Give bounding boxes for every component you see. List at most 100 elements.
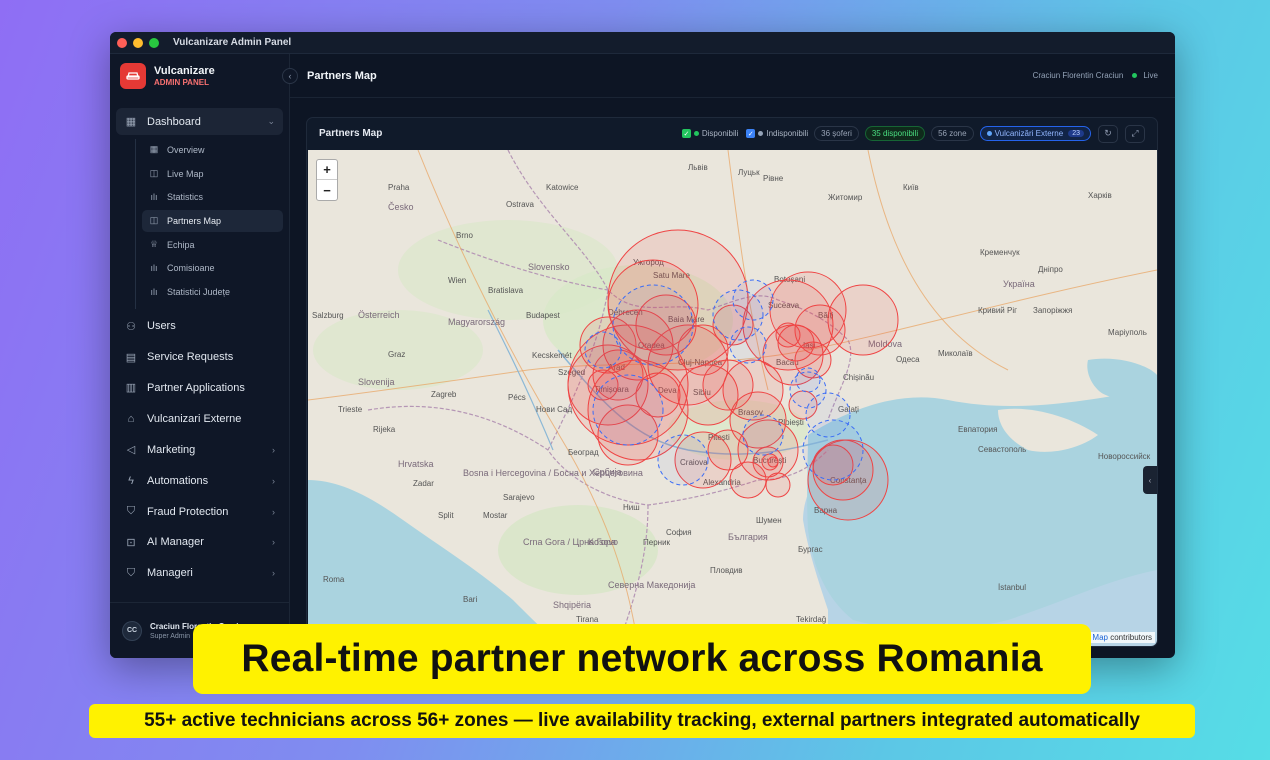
sidebar-item-service-requests[interactable]: ▤ Service Requests	[116, 344, 283, 371]
partner-zone-external[interactable]	[612, 284, 694, 366]
external-partners-toggle[interactable]: Vulcanizări Externe 23	[979, 126, 1091, 141]
refresh-button[interactable]: ↻	[1098, 124, 1118, 143]
sidebar-item-label: Live Map	[167, 168, 204, 179]
map-label-tirana: Tirana	[576, 615, 599, 624]
sidebar-item-users[interactable]: ⚇ Users	[116, 313, 283, 340]
partner-zone-external[interactable]	[584, 331, 622, 369]
fullscreen-button[interactable]: ⤢	[1125, 124, 1145, 143]
zoom-in-button[interactable]: +	[317, 160, 337, 180]
map-label-roma: Roma	[323, 575, 345, 584]
chevron-right-icon: ›	[272, 475, 275, 486]
checkbox-checked-icon[interactable]: ✓	[681, 129, 691, 138]
sidebar-item-label: Statistici Județe	[167, 287, 231, 298]
map-label-kosovo: Kosovo	[588, 537, 618, 547]
map-label-plovdiv: Пловдив	[710, 566, 743, 575]
minimize-window-button[interactable]	[133, 37, 143, 48]
filter-unavailable[interactable]: ✓ Indisponibili	[746, 129, 808, 138]
filter-unavailable-label: Indisponibili	[766, 129, 809, 138]
partner-zone-external[interactable]	[732, 279, 774, 321]
map-label-kremenchuk: Кременчук	[980, 248, 1020, 257]
map-label-bratislava: Bratislava	[488, 286, 524, 295]
external-label: Vulcanizări Externe	[994, 129, 1064, 138]
sidebar: Vulcanizare ADMIN PANEL ‹ ▦ Dashboard ⌄ …	[110, 54, 298, 658]
sidebar-item-statistics[interactable]: ılı Statistics	[142, 186, 283, 208]
map-label-salzburg: Salzburg	[312, 311, 344, 320]
megaphone-icon: ◁	[126, 444, 136, 457]
filter-available[interactable]: ✓ Disponibili	[681, 129, 738, 138]
map-label-zhytomyr: Житомир	[828, 193, 863, 202]
sidebar-nav: ▦ Dashboard ⌄ ▦ Overview ◫ Live Map ılı Sta…	[110, 98, 289, 587]
partner-zone-available[interactable]	[707, 429, 749, 471]
sidebar-item-automations[interactable]: ϟ Automations ›	[116, 467, 283, 494]
attribution-link[interactable]: Map	[1092, 633, 1108, 642]
maximize-window-button[interactable]	[149, 37, 159, 48]
subline-banner: 55+ active technicians across 56+ zones …	[89, 704, 1195, 738]
headline-banner: Real-time partner network across Romania	[193, 624, 1091, 694]
title-bar: Vulcanizare Admin Panel	[110, 32, 1175, 54]
sidebar-item-partner-applications[interactable]: ▥ Partner Applications	[116, 374, 283, 401]
partner-zone-external[interactable]	[592, 374, 664, 446]
map-label-mostar: Mostar	[483, 511, 508, 520]
sidebar-item-label: Manageri	[147, 567, 193, 580]
map-label-pernik: Перник	[643, 538, 671, 547]
live-status: Live	[1143, 71, 1158, 80]
sidebar-item-echipa[interactable]: ♕ Echipa	[142, 234, 283, 256]
sidebar-item-vulcanizari-externe[interactable]: ⌂ Vulcanizari Externe	[116, 405, 283, 432]
file-icon: ▥	[125, 382, 137, 395]
partner-zone-available[interactable]	[765, 472, 791, 498]
map-label-burgas: Бургас	[798, 545, 823, 554]
map-label-kharkiv: Харків	[1088, 191, 1112, 200]
sidebar-item-marketing[interactable]: ◁ Marketing ›	[116, 436, 283, 463]
dashboard-submenu: ▦ Overview ◫ Live Map ılı Statistics ◫ Partn…	[135, 138, 283, 309]
map-label-shqiperia: Shqipëria	[553, 600, 591, 610]
sidebar-item-live-map[interactable]: ◫ Live Map	[142, 163, 283, 185]
map-view[interactable]: Slovensko Magyarország Österreich Sloven…	[308, 150, 1157, 646]
bolt-icon: ϟ	[128, 474, 134, 487]
external-dot	[986, 131, 992, 136]
zoom-out-button[interactable]: −	[317, 180, 337, 200]
zoom-control: + −	[316, 159, 338, 201]
map-label-odesa: Одеса	[896, 355, 920, 364]
expand-side-panel-button[interactable]: ‹	[1143, 466, 1157, 494]
map-label-chisinau: Chișinău	[843, 373, 874, 382]
partner-zone-external[interactable]	[729, 326, 767, 364]
map-label-ukraine: Україна	[1003, 279, 1035, 289]
sidebar-item-fraud-protection[interactable]: ⛉ Fraud Protection ›	[116, 498, 283, 525]
sidebar-item-dashboard[interactable]: ▦ Dashboard ⌄	[116, 108, 283, 135]
sidebar-item-label: AI Manager	[147, 536, 204, 549]
partner-zone-external[interactable]	[795, 367, 821, 393]
sidebar-item-label: Overview	[167, 144, 205, 155]
map-label-wien: Wien	[448, 276, 466, 285]
map-label-slovenija: Slovenija	[358, 377, 395, 387]
map-label-serbia: Србија	[593, 467, 622, 477]
checkbox-checked-icon[interactable]: ✓	[746, 129, 756, 138]
partner-zone-external[interactable]	[742, 414, 784, 456]
map-label-tekirdag: Tekirdağ	[796, 615, 826, 624]
map-label-sofia: София	[666, 528, 692, 537]
close-window-button[interactable]	[117, 37, 127, 48]
map-label-kyiv: Київ	[903, 183, 919, 192]
partner-zone-external[interactable]	[802, 419, 864, 481]
sidebar-item-statistici-judete[interactable]: ılı Statistici Județe	[142, 281, 283, 303]
sidebar-item-comisioane[interactable]: ılı Comisioane	[142, 257, 283, 279]
partner-zone-available[interactable]	[794, 304, 846, 356]
chevron-right-icon: ›	[272, 568, 275, 579]
map-label-rijeka: Rijeka	[373, 425, 396, 434]
map-label-rivne: Рівне	[763, 174, 784, 183]
sidebar-item-overview[interactable]: ▦ Overview	[142, 139, 283, 161]
trophy-icon: ♕	[149, 239, 159, 250]
sidebar-item-ai-manager[interactable]: ⊡ AI Manager ›	[116, 529, 283, 556]
sidebar-item-manageri[interactable]: ⛉ Manageri ›	[116, 560, 283, 587]
map-label-osterreich: Österreich	[358, 310, 400, 320]
partner-zone-available[interactable]	[767, 456, 779, 468]
drivers-count-badge: 36 șoferi	[814, 126, 859, 141]
expand-icon: ⤢	[1131, 128, 1139, 138]
map-label-katowice: Katowice	[546, 183, 579, 192]
map-label-bari: Bari	[463, 595, 477, 604]
sidebar-item-label: Partners Map	[167, 215, 222, 226]
map-canvas[interactable]: Slovensko Magyarország Österreich Sloven…	[308, 150, 1157, 646]
partner-zone-external[interactable]	[657, 434, 709, 486]
brand-name: Vulcanizare	[154, 65, 215, 77]
sidebar-item-partners-map[interactable]: ◫ Partners Map	[142, 209, 283, 232]
sidebar-item-label: Vulcanizari Externe	[147, 412, 242, 425]
